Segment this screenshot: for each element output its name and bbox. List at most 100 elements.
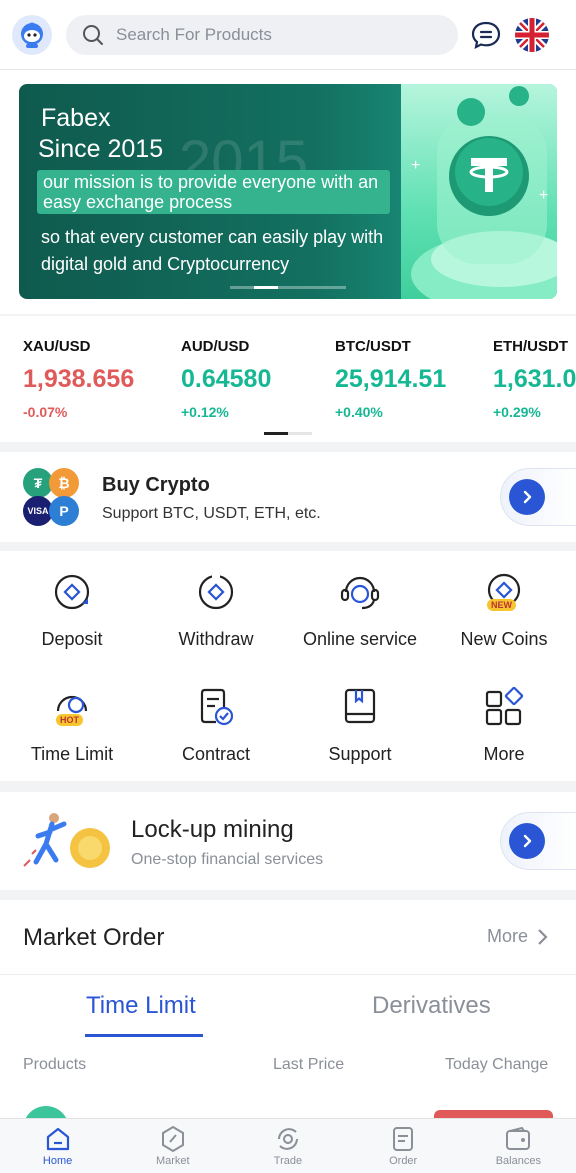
top-header <box>0 0 576 70</box>
online-service-label: Online service <box>302 629 418 649</box>
trade-icon <box>277 1128 298 1150</box>
market-ticker: XAU/USD 1,938.656 -0.07% AUD/USD 0.64580… <box>0 316 576 442</box>
ticker-item[interactable]: ETH/USDT 1,631.0 +0.29% <box>493 338 576 420</box>
withdraw-button[interactable]: Withdraw <box>144 571 288 650</box>
tab-underline <box>85 1034 203 1037</box>
more-button[interactable]: More <box>432 686 576 765</box>
uk-flag-icon <box>515 17 549 52</box>
nav-trade-label: Trade <box>273 1155 303 1167</box>
ticker-pagination <box>264 432 312 435</box>
chevron-right-icon <box>509 823 545 859</box>
contract-icon <box>144 686 288 728</box>
nav-market-label: Market <box>155 1155 190 1167</box>
ticker-change: +0.12% <box>181 404 229 420</box>
ticker-change: +0.29% <box>493 404 541 420</box>
chevron-right-icon <box>509 479 545 515</box>
payment-icons: ₮ ₿ VISA P <box>23 468 81 526</box>
quick-actions-grid: Deposit Withdraw Online service NEW New … <box>0 551 576 781</box>
nav-trade[interactable]: Trade <box>230 1119 345 1173</box>
banner-illustration: + + <box>401 84 557 299</box>
ticker-pair: ETH/USDT <box>493 338 568 355</box>
ticker-price: 1,938.656 <box>23 365 135 393</box>
column-today-change: Today Change <box>445 1056 549 1073</box>
banner-pagination[interactable] <box>230 286 346 289</box>
banner-mission: our mission is to provide everyone with … <box>37 170 390 214</box>
online-service-button[interactable]: Online service <box>288 571 432 650</box>
ticker-price: 1,631.0 <box>493 365 576 393</box>
ticker-item[interactable]: BTC/USDT 25,914.51 +0.40% <box>335 338 446 420</box>
ticker-change: +0.40% <box>335 404 383 420</box>
nav-order[interactable]: Order <box>346 1119 461 1173</box>
ticker-pair: XAU/USD <box>23 338 91 355</box>
mining-illustration-icon <box>23 813 110 868</box>
new-coins-icon: NEW <box>432 571 576 613</box>
time-limit-icon: HOT <box>0 686 144 728</box>
banner-title: Fabex <box>41 104 111 132</box>
ticker-price: 25,914.51 <box>335 365 447 393</box>
withdraw-label: Withdraw <box>178 629 254 649</box>
chevron-right-icon <box>538 928 548 945</box>
column-products: Products <box>23 1056 87 1073</box>
divider <box>0 974 576 975</box>
nav-balances-label: Balances <box>495 1155 541 1167</box>
wallet-icon <box>506 1126 531 1150</box>
new-badge: NEW <box>487 599 516 611</box>
tab-time-limit[interactable]: Time Limit <box>86 992 196 1020</box>
chat-bubble-icon <box>471 21 501 49</box>
deposit-button[interactable]: Deposit <box>0 571 144 650</box>
deposit-icon <box>0 571 144 613</box>
banner-section: 2015 Fabex Since 2015 our mission is to … <box>0 70 576 314</box>
ticker-pair: BTC/USDT <box>335 338 411 355</box>
nav-balances[interactable]: Balances <box>461 1119 576 1173</box>
banner-subtitle: Since 2015 <box>38 135 164 163</box>
bitcoin-icon: ₿ <box>49 468 79 498</box>
new-coins-label: New Coins <box>460 629 548 649</box>
language-button[interactable] <box>514 17 550 53</box>
nav-home[interactable]: Home <box>0 1119 115 1173</box>
messages-button[interactable] <box>468 17 504 53</box>
support-button[interactable]: Support <box>288 686 432 765</box>
bottom-nav: Home Market Trade Order Balances <box>0 1118 576 1173</box>
search-bar[interactable] <box>66 14 458 55</box>
tether-coin-icon: + + <box>411 86 557 299</box>
headset-icon <box>288 571 432 613</box>
tab-derivatives[interactable]: Derivatives <box>372 992 491 1020</box>
paypal-icon: P <box>49 496 79 526</box>
hot-badge: HOT <box>56 714 83 726</box>
time-limit-label: Time Limit <box>30 744 114 764</box>
withdraw-icon <box>144 571 288 613</box>
buy-crypto-title: Buy Crypto <box>102 474 210 496</box>
market-order-section: Market Order More Time Limit Derivatives… <box>0 900 576 1152</box>
deposit-label: Deposit <box>41 629 103 649</box>
ticker-item[interactable]: XAU/USD 1,938.656 -0.07% <box>23 338 134 420</box>
ticker-pair: AUD/USD <box>181 338 250 355</box>
nav-home-label: Home <box>42 1155 73 1167</box>
buy-crypto-card[interactable]: ₮ ₿ VISA P Buy Crypto Support BTC, USDT,… <box>0 452 576 542</box>
lockup-mining-card[interactable]: Lock-up mining One-stop financial servic… <box>0 792 576 890</box>
ticker-item[interactable]: AUD/USD 0.64580 +0.12% <box>181 338 271 420</box>
market-more-label: More <box>486 926 528 946</box>
buy-crypto-subtitle: Support BTC, USDT, ETH, etc. <box>102 505 321 522</box>
ticker-price: 0.64580 <box>181 365 272 393</box>
market-more-link[interactable]: More <box>487 926 552 947</box>
order-icon <box>393 1127 414 1151</box>
time-limit-button[interactable]: HOT Time Limit <box>0 686 144 765</box>
buy-crypto-go-button[interactable] <box>500 468 576 526</box>
lockup-subtitle: One-stop financial services <box>131 851 324 868</box>
nav-order-label: Order <box>389 1155 418 1167</box>
contract-button[interactable]: Contract <box>144 686 288 765</box>
nav-market[interactable]: Market <box>115 1119 230 1173</box>
column-last-price: Last Price <box>273 1056 345 1073</box>
search-icon <box>83 24 103 45</box>
support-label: Support <box>328 744 392 764</box>
market-order-title: Market Order <box>23 924 165 951</box>
ticker-change: -0.07% <box>23 404 68 420</box>
svg-text:+: + <box>539 187 548 204</box>
lockup-go-button[interactable] <box>500 812 576 870</box>
avatar[interactable] <box>12 14 52 55</box>
contract-label: Contract <box>181 744 251 764</box>
new-coins-button[interactable]: NEW New Coins <box>432 571 576 650</box>
search-input[interactable] <box>116 24 436 45</box>
robot-mascot-icon <box>21 22 43 48</box>
promo-banner[interactable]: 2015 Fabex Since 2015 our mission is to … <box>19 84 557 299</box>
